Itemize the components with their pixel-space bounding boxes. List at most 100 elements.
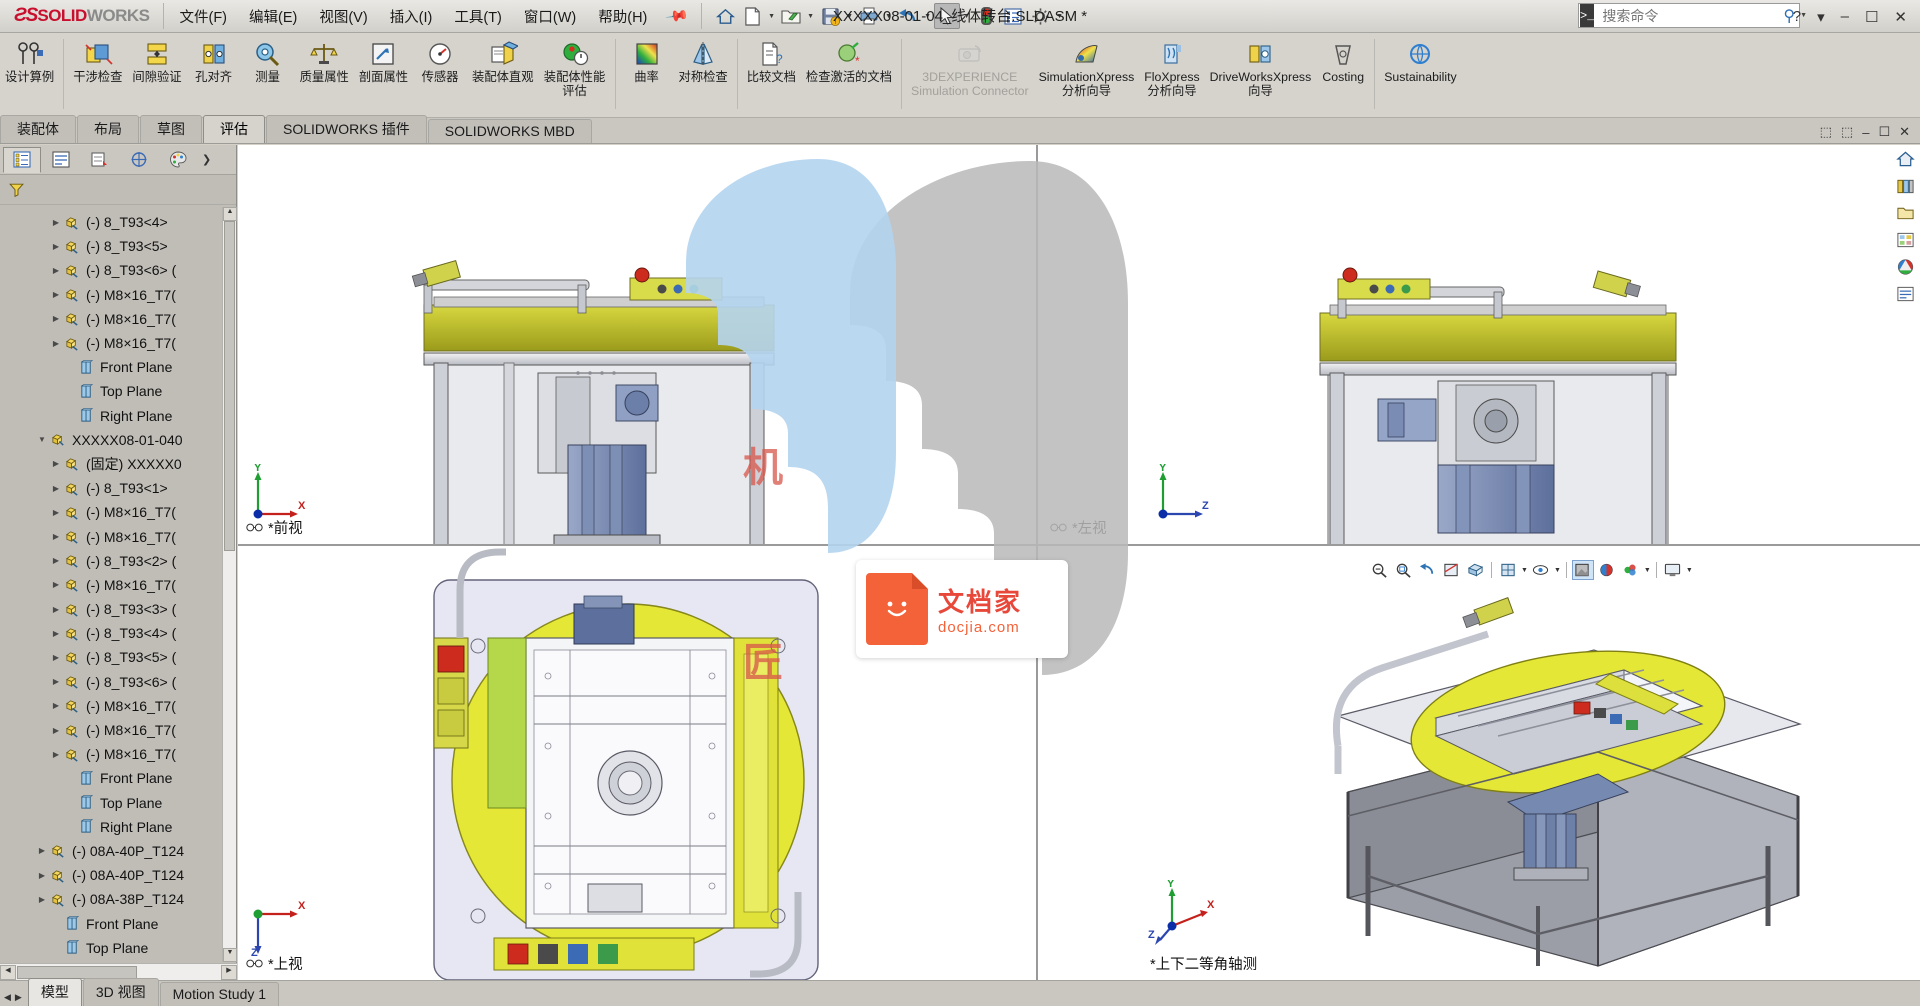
menu-item-4[interactable]: 工具(T) (443, 2, 513, 31)
help-button[interactable]: ? (1786, 6, 1808, 27)
ribbon-assembly-visualization[interactable]: 装配体直观 (467, 33, 539, 85)
tab-next-arrow[interactable]: ▶ (15, 992, 22, 1003)
close-button[interactable]: ✕ (1887, 6, 1914, 28)
chevron-down-icon[interactable]: ▼ (36, 435, 48, 444)
chevron-right-icon[interactable]: ▶ (50, 605, 62, 614)
ribbon-hole-alignment[interactable]: 孔对齐 (187, 33, 241, 85)
property-manager-tab[interactable] (42, 147, 80, 173)
chevron-right-icon[interactable]: ▶ (50, 484, 62, 493)
ribbon-3dexperience-connector[interactable]: 3DEXPERIENCE Simulation Connector (906, 33, 1034, 98)
tree-item[interactable]: Top Plane (0, 791, 222, 815)
close-doc-icon[interactable]: ✕ (1899, 124, 1910, 140)
view-palette-icon[interactable] (1893, 228, 1917, 252)
viewport-left[interactable]: Y Z *左视 (1038, 145, 1920, 544)
maximize-doc-icon[interactable]: ☐ (1878, 124, 1890, 140)
chevron-right-icon[interactable]: ▶ (50, 701, 62, 710)
maximize-button[interactable]: ☐ (1858, 6, 1885, 28)
chevron-down-icon[interactable]: ▼ (844, 13, 855, 20)
tree-item[interactable]: ▶ (-) M8×16_T7( (0, 283, 222, 307)
tree-item[interactable]: ▶ (-) 8_T93<2> ( (0, 549, 222, 573)
ribbon-section-properties[interactable]: 剖面属性 (354, 33, 413, 85)
chevron-down-icon[interactable]: ▼ (766, 13, 777, 20)
menu-item-5[interactable]: 窗口(W) (513, 2, 587, 31)
chevron-right-icon[interactable]: ▶ (50, 629, 62, 638)
document-tab-0[interactable]: 模型 (27, 978, 82, 1006)
tree-item[interactable]: ▶ (-) 8_T93<5> (0, 234, 222, 258)
tree-item[interactable]: ▶ (-) M8×16_T7( (0, 331, 222, 355)
tree-item[interactable]: ▼ XXXXX08-01-040 (0, 428, 222, 452)
document-tab-1[interactable]: 3D 视图 (82, 978, 159, 1006)
ribbon-sustainability[interactable]: Sustainability (1379, 33, 1461, 85)
chevron-right-icon[interactable]: ▶ (50, 556, 62, 565)
chevron-right-icon[interactable]: ▶ (50, 242, 62, 251)
scroll-left-arrow[interactable]: ◀ (0, 964, 16, 980)
ribbon-curvature[interactable]: 曲率 (620, 33, 674, 85)
hscrollbar-thumb[interactable] (17, 965, 137, 979)
chevron-right-icon[interactable]: ▶ (50, 580, 62, 589)
tab-0[interactable]: 装配体 (0, 115, 76, 143)
chevron-right-icon[interactable]: ▶ (50, 508, 62, 517)
tree-item[interactable]: ▶ (-) 8_T93<4> ( (0, 621, 222, 645)
ribbon-simulationxpress[interactable]: SimulationXpress 分析向导 (1034, 33, 1140, 98)
select-cursor-icon[interactable] (934, 3, 961, 29)
tree-item[interactable]: Front Plane (0, 766, 222, 790)
tree-item[interactable]: ▶ (-) M8×16_T7( (0, 524, 222, 548)
feature-filter-bar[interactable] (0, 175, 236, 205)
tree-item[interactable]: Front Plane (0, 911, 222, 935)
tree-item[interactable]: ▶ (-) 8_T93<6> ( (0, 258, 222, 282)
tile-doc-icon[interactable]: ⬚ (1841, 124, 1853, 140)
tree-item[interactable]: ▶ (-) 08A-40P_T124 (0, 863, 222, 887)
tab-nav-arrows[interactable]: ◀ ▶ (0, 992, 28, 1006)
tree-item[interactable]: Right Plane (0, 404, 222, 428)
ribbon-symmetry-check[interactable]: 对称检查 (674, 33, 733, 85)
ribbon-costing[interactable]: Costing (1316, 33, 1370, 85)
menu-item-1[interactable]: 编辑(E) (238, 2, 308, 31)
ribbon-clearance-verification[interactable]: 间隙验证 (127, 33, 186, 85)
tree-item[interactable]: ▶ (-) M8×16_T7( (0, 307, 222, 331)
viewport-isometric[interactable]: ▼ ▼ ▼ ▼ Y X Z *上下二等角轴测 (1038, 546, 1920, 980)
file-explorer-icon[interactable] (1893, 201, 1917, 225)
dimxpert-tab[interactable] (120, 147, 158, 173)
settings-gear-icon[interactable] (1027, 3, 1053, 29)
home-icon[interactable] (712, 3, 738, 29)
filter-funnel-icon[interactable] (8, 181, 25, 198)
document-tab-2[interactable]: Motion Study 1 (159, 982, 280, 1006)
ribbon-interference-detection[interactable]: 干涉检查 (68, 33, 127, 85)
chevron-down-icon[interactable]: ▼ (961, 13, 972, 20)
tree-item[interactable]: ▶ (-) 08A-38P_T124 (0, 887, 222, 911)
configuration-manager-tab[interactable] (81, 147, 119, 173)
tree-item[interactable]: ▶ (-) M8×16_T7( (0, 742, 222, 766)
menu-item-6[interactable]: 帮助(H) (587, 2, 658, 31)
tree-item[interactable]: ▶ (-) 08A-40P_T124 (0, 839, 222, 863)
minimize-button[interactable]: ‒ (1834, 6, 1856, 27)
tab-3[interactable]: 评估 (203, 115, 265, 143)
pin-menu-icon[interactable]: 📌 (657, 0, 699, 34)
tree-item[interactable]: ▶ (-) 8_T93<5> ( (0, 645, 222, 669)
custom-properties-icon[interactable] (1893, 282, 1917, 306)
chevron-down-icon[interactable]: ▼ (805, 13, 816, 20)
chevron-right-icon[interactable]: ▶ (50, 532, 62, 541)
design-library-icon[interactable] (1893, 174, 1917, 198)
display-manager-tab[interactable] (159, 147, 197, 173)
undo-icon[interactable] (895, 3, 921, 29)
graphics-area[interactable]: Y X *前视 Y Z X Z *上视 ▼ ▼ ▼ ▼ Y X Z *上下二等角… (238, 145, 1920, 980)
ribbon-floxpress[interactable]: FloXpress 分析向导 (1139, 33, 1204, 98)
tree-item[interactable]: Top Plane (0, 936, 222, 960)
minimize-doc-icon[interactable]: – (1862, 125, 1869, 140)
menu-item-3[interactable]: 插入(I) (379, 2, 444, 31)
tree-item[interactable]: ▶ (-) 8_T93<6> ( (0, 670, 222, 694)
chevron-right-icon[interactable]: ▶ (50, 459, 62, 468)
print-icon[interactable] (856, 3, 882, 29)
scroll-down-arrow[interactable]: ▼ (223, 948, 237, 962)
tree-item[interactable]: ▶ (-) M8×16_T7( (0, 718, 222, 742)
scrollbar-thumb[interactable] (224, 221, 235, 551)
tree-item[interactable]: ▶ (-) M8×16_T7( (0, 694, 222, 718)
tree-item[interactable]: ▶ (-) M8×16_T7( (0, 500, 222, 524)
chevron-right-icon[interactable]: ❯ (202, 153, 211, 166)
chevron-right-icon[interactable]: ▶ (50, 339, 62, 348)
tree-item[interactable]: Front Plane (0, 355, 222, 379)
chevron-right-icon[interactable]: ▶ (50, 290, 62, 299)
open-folder-icon[interactable] (778, 3, 804, 29)
options-list-icon[interactable] (1000, 3, 1026, 29)
chevron-right-icon[interactable]: ▶ (36, 895, 48, 904)
